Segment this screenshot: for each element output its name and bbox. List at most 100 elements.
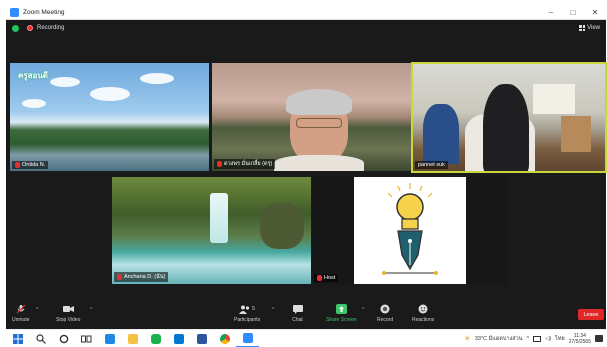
lightbulb-pen-icon: [382, 183, 438, 275]
zoom-icon: [242, 332, 253, 343]
participant-hair: [286, 89, 352, 115]
task-view-button[interactable]: [75, 330, 98, 347]
zoom-logo-icon: [10, 8, 19, 17]
participants-label: Participants: [234, 317, 261, 323]
notification-icon[interactable]: [595, 335, 603, 342]
chat-label: Chat: [292, 317, 303, 323]
recording-icon: [27, 25, 33, 31]
video-options-caret[interactable]: ^: [90, 307, 92, 313]
participant-name-tag: Host: [314, 274, 339, 282]
close-button[interactable]: ✕: [584, 6, 606, 19]
taskbar-app-word[interactable]: [190, 330, 213, 347]
windows-logo-icon: [12, 333, 23, 344]
record-label: Record: [377, 317, 394, 323]
volume-icon[interactable]: ◁): [545, 336, 551, 342]
host-logo-card: [354, 177, 466, 284]
mic-muted-icon: [217, 161, 222, 167]
audio-options-caret[interactable]: ^: [36, 307, 38, 313]
windows-taskbar: ☀ 33°C มีแดดบางส่วน ^ ◁) ไทย 11:34 27/5/…: [6, 329, 607, 347]
share-screen-button[interactable]: Share Screen: [326, 304, 357, 323]
chat-button[interactable]: Chat: [292, 304, 303, 323]
taskbar-app-line[interactable]: [144, 330, 167, 347]
video-tile-pannet[interactable]: pannet suk: [411, 62, 607, 173]
meeting-toolbar: Unmute ^ Stop Video ^ 5 Participants ^ C…: [6, 302, 606, 329]
cortana-button[interactable]: [52, 330, 75, 347]
view-button[interactable]: View: [579, 25, 600, 31]
clock-date: 27/5/2565: [568, 338, 591, 345]
video-tile-anchana[interactable]: Anchana D. (ฉัน): [112, 177, 311, 284]
chat-bubble-icon: [292, 304, 303, 314]
paper-bag: [561, 116, 591, 152]
participant-name-tag: Ontida N.: [12, 161, 49, 169]
participant-name: pannet suk: [418, 162, 445, 168]
participant-glasses: [296, 118, 342, 128]
participants-button[interactable]: 5 Participants: [234, 304, 260, 323]
participant-name: Host: [324, 275, 336, 281]
reactions-label: Reactions: [412, 317, 435, 323]
mic-muted-icon: [317, 275, 322, 281]
video-tile-ontida[interactable]: ครูสอนดี Ontida N.: [10, 63, 209, 171]
taskbar-app-chrome[interactable]: [213, 330, 236, 347]
smiley-icon: [418, 304, 429, 314]
share-screen-label: Share Screen: [326, 317, 357, 323]
network-icon[interactable]: [533, 335, 542, 342]
participants-icon: 5: [237, 304, 257, 314]
edge-icon: [104, 333, 115, 344]
stop-video-button[interactable]: Stop Video: [56, 304, 80, 323]
tray-overflow-caret[interactable]: ^: [526, 336, 529, 342]
video-tile-host[interactable]: Host: [312, 177, 508, 284]
leave-button[interactable]: Leave: [578, 309, 604, 320]
line-icon: [150, 333, 161, 344]
word-icon: [196, 333, 207, 344]
share-screen-icon: [335, 304, 347, 314]
meeting-topbar: Recording View: [6, 20, 606, 36]
video-tile-speaker[interactable]: ดวงพร มั่นเกลี้ย (ดรุ): [212, 63, 411, 171]
window-title: Zoom Meeting: [23, 9, 65, 16]
participant-name-tag: Anchana D. (ฉัน): [114, 272, 169, 282]
system-tray: ☀ 33°C มีแดดบางส่วน ^ ◁) ไทย 11:34 27/5/…: [464, 333, 607, 345]
grid-icon: [579, 25, 586, 31]
chrome-icon: [219, 333, 230, 344]
minimize-button[interactable]: –: [540, 6, 562, 19]
record-icon: [380, 304, 391, 314]
folder-icon: [127, 333, 138, 344]
participant-name-tag: ดวงพร มั่นเกลี้ย (ดรุ): [214, 159, 276, 169]
rock: [260, 203, 304, 249]
participant-name: Ontida N.: [22, 162, 46, 168]
weather-text[interactable]: 33°C มีแดดบางส่วน: [475, 335, 523, 343]
cortana-circle-icon: [59, 334, 68, 343]
taskbar-app-edge[interactable]: [98, 330, 121, 347]
whiteboard: [533, 84, 575, 114]
language-indicator[interactable]: ไทย: [555, 335, 565, 343]
stop-video-label: Stop Video: [56, 317, 81, 323]
maximize-button[interactable]: □: [562, 6, 584, 19]
search-icon: [35, 333, 46, 344]
video-camera-icon: [62, 304, 74, 314]
record-button[interactable]: Record: [377, 304, 393, 323]
participants-options-caret[interactable]: ^: [272, 307, 274, 313]
taskbar-app-store[interactable]: [167, 330, 190, 347]
screen: Zoom Meeting – □ ✕ Recording View ครูสอน…: [0, 0, 607, 347]
shield-icon[interactable]: [12, 24, 19, 32]
unmute-button[interactable]: Unmute: [12, 304, 30, 323]
share-options-caret[interactable]: ^: [362, 307, 364, 313]
start-button[interactable]: [6, 330, 29, 347]
reactions-button[interactable]: Reactions: [412, 304, 434, 323]
weather-sun-icon: ☀: [463, 334, 471, 343]
participant-name: Anchana D. (ฉัน): [124, 274, 166, 280]
taskbar-app-zoom[interactable]: [236, 330, 259, 347]
participant-name: ดวงพร มั่นเกลี้ย (ดรุ): [224, 161, 273, 167]
mic-muted-icon: [117, 274, 122, 280]
search-button[interactable]: [29, 330, 52, 347]
participants-count: 5: [252, 306, 255, 312]
clock[interactable]: 11:34 27/5/2565: [569, 333, 591, 345]
store-icon: [173, 333, 184, 344]
tile-logo-text: ครูสอนดี: [18, 71, 48, 80]
recording-label[interactable]: Recording: [37, 25, 64, 31]
title-bar: Zoom Meeting – □ ✕: [6, 6, 606, 20]
waterfall: [210, 193, 228, 243]
view-label: View: [587, 25, 600, 31]
person-blue: [423, 104, 459, 164]
taskbar-app-explorer[interactable]: [121, 330, 144, 347]
task-view-icon: [81, 335, 92, 342]
